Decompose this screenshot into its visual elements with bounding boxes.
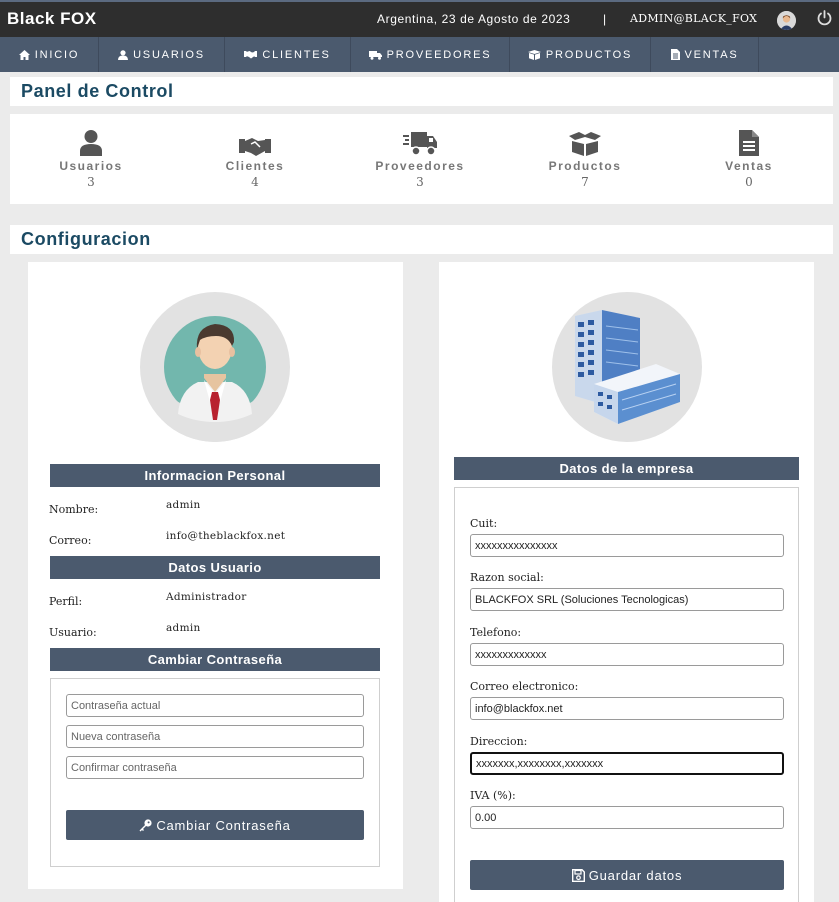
phone-label: Telefono: — [470, 626, 522, 639]
nav-item-inicio[interactable]: INICIO — [0, 37, 99, 72]
email-value: info@theblackfox.net — [166, 530, 286, 542]
company-email-label: Correo electronico: — [470, 680, 579, 693]
home-icon — [18, 49, 30, 60]
truck-icon — [403, 132, 437, 156]
stat-label: Productos — [548, 159, 622, 173]
razon-social-input[interactable] — [470, 588, 784, 611]
file-icon — [670, 49, 680, 60]
nav-item-usuarios[interactable]: USUARIOS — [99, 37, 225, 72]
button-label: Cambiar Contraseña — [156, 817, 291, 833]
current-date: Argentina, 23 de Agosto de 2023 — [377, 12, 571, 26]
username-label: Usuario: — [49, 626, 97, 639]
name-value: admin — [166, 499, 201, 511]
nav-item-proveedores[interactable]: PROVEEDORES — [351, 37, 510, 72]
stat-label: Clientes — [225, 159, 285, 173]
iva-input[interactable] — [470, 806, 784, 829]
nav-label: PRODUCTOS — [545, 48, 633, 61]
nav-item-ventas[interactable]: VENTAS — [651, 37, 759, 72]
cuit-label: Cuit: — [470, 517, 498, 530]
new-password-input[interactable] — [66, 725, 364, 748]
company-email-input[interactable] — [470, 697, 784, 720]
button-label: Guardar datos — [588, 867, 683, 883]
name-label: Nombre: — [49, 503, 99, 516]
handshake-icon — [244, 51, 258, 59]
company-building-image — [552, 292, 702, 442]
cuit-input[interactable] — [470, 534, 784, 557]
email-label: Correo: — [49, 534, 92, 547]
address-label: Direccion: — [470, 735, 528, 748]
stat-label: Usuarios — [59, 159, 123, 173]
key-icon — [139, 818, 152, 831]
current-user: ADMIN@BLACK_FOX — [630, 12, 758, 25]
save-icon — [571, 868, 585, 882]
profile-label: Perfil: — [49, 595, 83, 608]
truck-icon — [368, 50, 382, 60]
stat-value: 3 — [87, 175, 95, 189]
change-password-button[interactable]: Cambiar Contraseña — [66, 810, 364, 840]
nav-label: PROVEEDORES — [386, 48, 492, 61]
box-icon — [527, 49, 541, 60]
user-icon — [80, 130, 102, 156]
company-form: Cuit: Razon social: Telefono: Correo ele… — [454, 487, 799, 902]
change-password-form: Cambiar Contraseña — [50, 678, 380, 867]
panel-title: Panel de Control — [10, 77, 833, 106]
nav-item-clientes[interactable]: CLIENTES — [225, 37, 351, 72]
config-title: Configuracion — [10, 225, 833, 254]
header-separator: | — [603, 12, 607, 26]
nav-item-productos[interactable]: PRODUCTOS — [510, 37, 651, 72]
file-icon — [739, 130, 759, 156]
company-data-header: Datos de la empresa — [454, 457, 799, 480]
address-input[interactable] — [470, 752, 784, 775]
company-card: Datos de la empresa Cuit: Razon social: … — [439, 262, 814, 902]
stat-clientes[interactable]: Clientes 4 — [195, 128, 315, 189]
current-password-input[interactable] — [66, 694, 364, 717]
stats-panel: Usuarios 3 Clientes 4 Proveedores 3 Prod… — [10, 114, 833, 204]
personal-card: Informacion Personal Nombre: admin Corre… — [28, 262, 403, 889]
profile-avatar — [140, 292, 290, 442]
top-bar: Black FOX Argentina, 23 de Agosto de 202… — [0, 0, 839, 37]
box-icon — [569, 132, 601, 156]
user-icon — [118, 49, 129, 60]
phone-input[interactable] — [470, 643, 784, 666]
nav-label: VENTAS — [684, 48, 739, 61]
stat-ventas[interactable]: Ventas 0 — [689, 128, 809, 189]
stat-usuarios[interactable]: Usuarios 3 — [31, 128, 151, 189]
save-company-button[interactable]: Guardar datos — [470, 860, 784, 890]
nav-label: INICIO — [34, 48, 80, 61]
iva-label: IVA (%): — [470, 789, 516, 802]
profile-value: Administrador — [166, 591, 247, 603]
nav-label: USUARIOS — [133, 48, 205, 61]
username-value: admin — [166, 622, 201, 634]
stat-value: 7 — [581, 175, 589, 189]
change-password-header: Cambiar Contraseña — [50, 648, 380, 671]
brand-logo[interactable]: Black FOX — [7, 9, 97, 29]
stat-proveedores[interactable]: Proveedores 3 — [360, 128, 480, 189]
stat-label: Ventas — [725, 159, 773, 173]
confirm-password-input[interactable] — [66, 756, 364, 779]
handshake-icon — [239, 138, 271, 156]
stat-value: 4 — [251, 175, 259, 189]
user-data-header: Datos Usuario — [50, 556, 380, 579]
stat-productos[interactable]: Productos 7 — [525, 128, 645, 189]
nav-label: CLIENTES — [262, 48, 331, 61]
user-avatar-icon[interactable] — [777, 11, 796, 30]
stat-label: Proveedores — [375, 159, 465, 173]
stat-value: 3 — [416, 175, 424, 189]
power-icon[interactable] — [817, 10, 832, 31]
razon-social-label: Razon social: — [470, 571, 544, 584]
main-nav: INICIO USUARIOS CLIENTES PROVEEDORES PRO… — [0, 37, 839, 72]
stat-value: 0 — [745, 175, 753, 189]
personal-info-header: Informacion Personal — [50, 464, 380, 487]
